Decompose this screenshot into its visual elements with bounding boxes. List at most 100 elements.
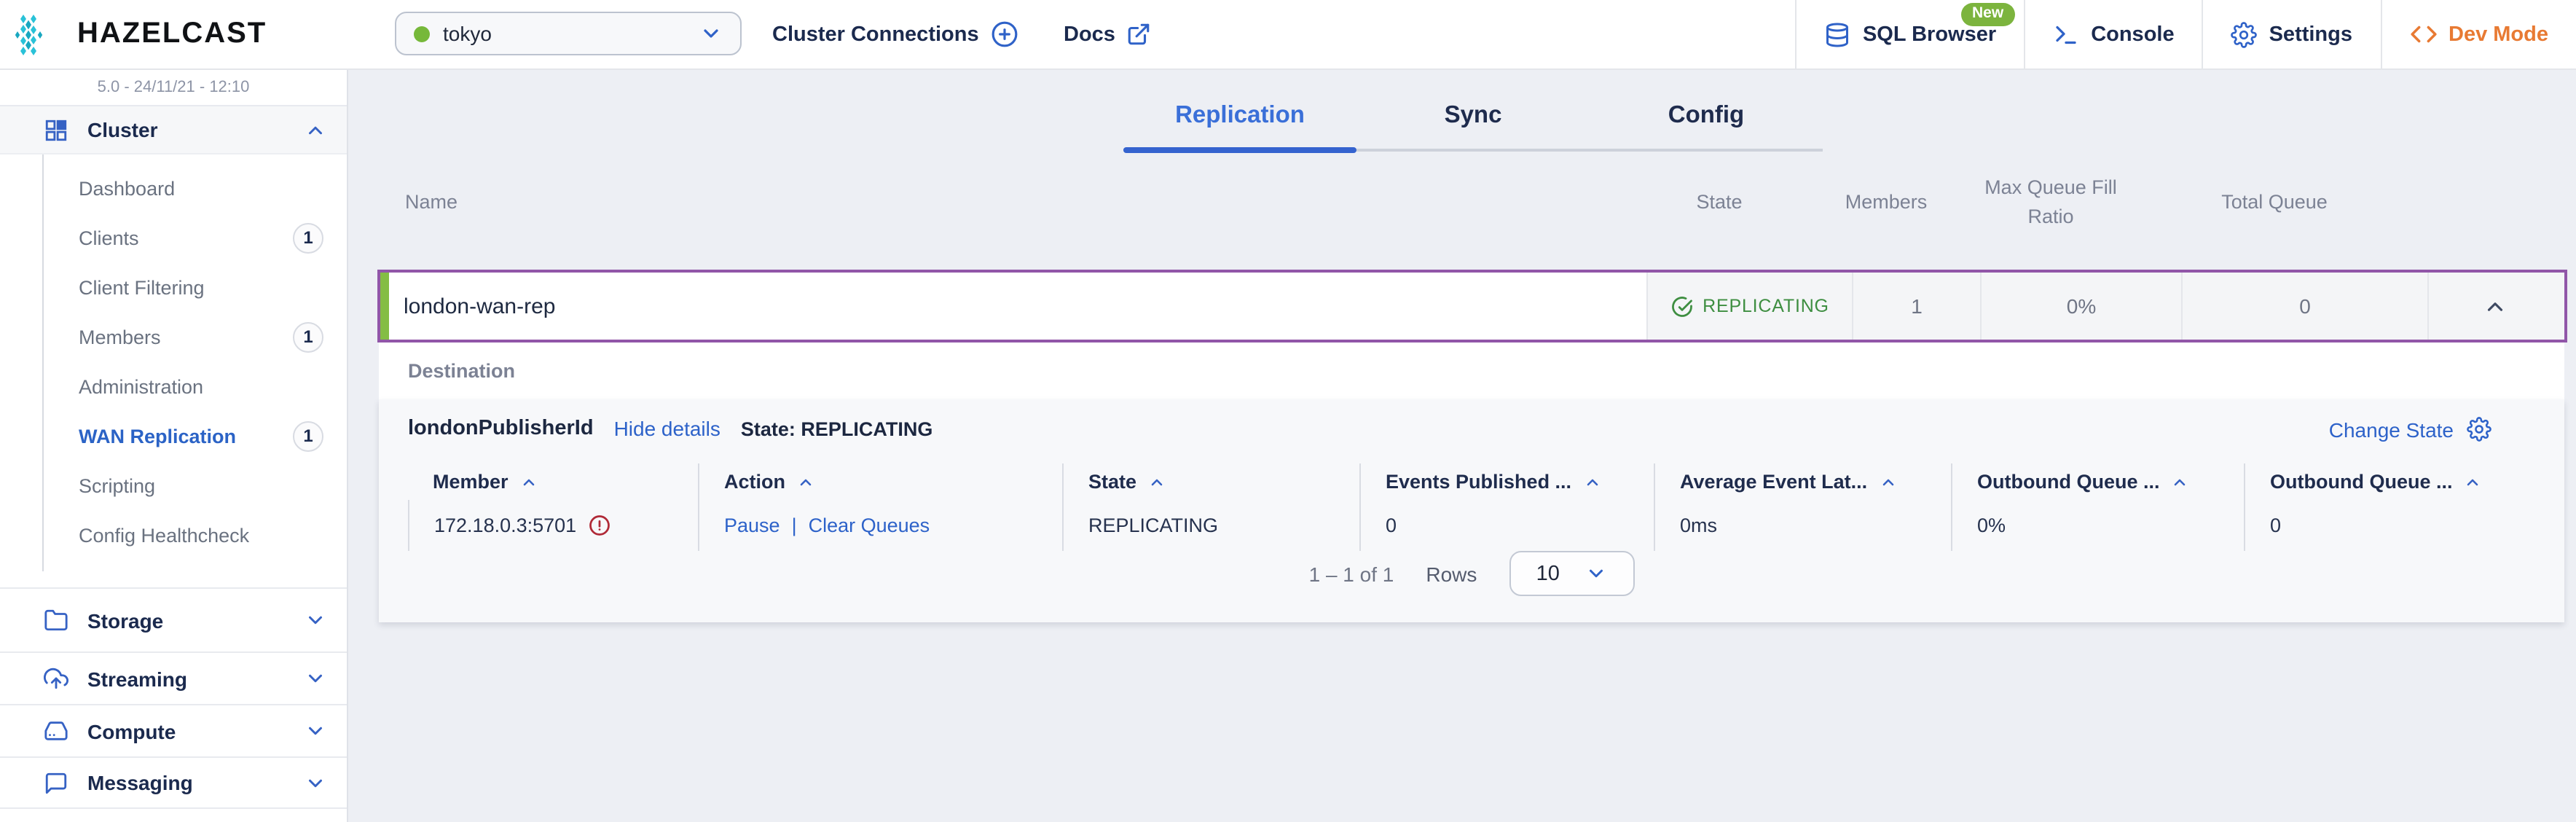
sidebar-item-label: Dashboard	[79, 177, 176, 199]
tab-config[interactable]: Config	[1590, 87, 1823, 149]
sidebar-item-label: Clients	[79, 227, 139, 248]
tab-replication[interactable]: Replication	[1123, 87, 1356, 153]
publisher-panel: londonPublisherId Hide details State: RE…	[379, 399, 2564, 622]
sql-browser-button[interactable]: New SQL Browser	[1795, 0, 2024, 68]
sort-ascending-icon	[1879, 473, 1896, 490]
hazelcast-logo-icon	[15, 12, 67, 56]
brand-wordmark: HAZELCAST	[77, 17, 267, 50]
grid-icon	[44, 117, 68, 142]
action-column-header[interactable]: Action	[698, 463, 1062, 500]
hide-details-link[interactable]: Hide details	[614, 417, 720, 440]
chevron-down-icon	[305, 668, 326, 689]
column-header-total-queue: Total Queue	[2221, 190, 2328, 213]
clear-queues-link[interactable]: Clear Queues	[809, 514, 930, 536]
events-published-column-header[interactable]: Events Published ...	[1359, 463, 1654, 500]
outbound-queue-fill-column-header[interactable]: Outbound Queue ...	[1951, 463, 2244, 500]
sidebar-item-label: WAN Replication	[79, 425, 237, 447]
replication-state-cell: REPLICATING	[1646, 273, 1852, 340]
docs-link[interactable]: Docs	[1064, 0, 1152, 68]
collapse-row-button[interactable]	[2427, 273, 2560, 340]
action-column-label: Action	[724, 471, 785, 493]
settings-button[interactable]: Settings	[2202, 0, 2380, 68]
settings-label: Settings	[2269, 23, 2352, 46]
member-column-label: Member	[433, 471, 508, 493]
chevron-down-icon	[699, 22, 723, 45]
sidebar-item-administration[interactable]: Administration	[44, 361, 347, 411]
cluster-connections-label: Cluster Connections	[772, 23, 979, 46]
column-header-state: State	[1696, 190, 1743, 213]
change-state-button[interactable]: Change State	[2329, 417, 2491, 442]
average-event-latency-column-label: Average Event Lat...	[1680, 471, 1868, 493]
destination-card: Destination londonPublisherId Hide detai…	[379, 342, 2564, 622]
sidebar-item-wan-replication[interactable]: WAN Replication 1	[44, 411, 347, 461]
alert-circle-icon[interactable]	[588, 514, 610, 536]
publisher-summary: londonPublisherId Hide details State: RE…	[408, 417, 932, 440]
sidebar-section-storage[interactable]: Storage	[0, 587, 347, 651]
external-link-icon	[1127, 22, 1152, 47]
sidebar-section-cluster[interactable]: Cluster	[0, 106, 347, 154]
state-column-header[interactable]: State	[1062, 463, 1359, 500]
outbound-queue-fill-cell: 0%	[1951, 500, 2244, 551]
outbound-queue-size-cell: 0	[2244, 500, 2542, 551]
publisher-state: State: REPLICATING	[740, 418, 933, 439]
new-badge: New	[1960, 3, 2016, 26]
chat-bubble-icon	[44, 770, 68, 795]
check-circle-icon	[1670, 295, 1692, 317]
wan-table-header: Name State Members Max Queue Fill Ratio …	[377, 173, 2567, 230]
sidebar-section-label: Messaging	[87, 771, 193, 794]
gear-icon	[2231, 21, 2258, 47]
sort-ascending-icon	[1148, 473, 1166, 490]
sort-ascending-icon	[2172, 473, 2189, 490]
sidebar-section-label: Streaming	[87, 667, 187, 690]
replication-total-queue-cell: 0	[2181, 273, 2427, 340]
chevron-down-icon	[305, 772, 326, 794]
sidebar-item-dashboard[interactable]: Dashboard	[44, 163, 347, 213]
sort-ascending-icon	[2465, 473, 2482, 490]
chevron-down-icon	[1585, 563, 1607, 584]
replication-state-text: REPLICATING	[1703, 296, 1829, 316]
chevron-down-icon	[305, 720, 326, 742]
terminal-icon	[2053, 21, 2079, 47]
member-state-cell: REPLICATING	[1062, 500, 1359, 551]
chevron-up-icon	[305, 119, 326, 141]
events-published-column-label: Events Published ...	[1386, 471, 1572, 493]
change-state-label: Change State	[2328, 418, 2454, 441]
member-column-header[interactable]: Member	[408, 463, 698, 500]
console-button[interactable]: Console	[2024, 0, 2202, 68]
sidebar-item-members[interactable]: Members 1	[44, 312, 347, 361]
cluster-connections-button[interactable]: Cluster Connections	[772, 0, 1018, 68]
version-info: 5.0 - 24/11/21 - 12:10	[0, 68, 347, 106]
count-badge: 1	[293, 321, 323, 352]
cluster-select[interactable]: tokyo	[395, 12, 742, 55]
sidebar-section-label: Compute	[87, 719, 176, 743]
tab-sync[interactable]: Sync	[1356, 87, 1590, 149]
column-header-max-queue-fill-ratio: Max Queue Fill Ratio	[1984, 176, 2117, 227]
sidebar-item-scripting[interactable]: Scripting	[44, 461, 347, 510]
sidebar-item-config-healthcheck[interactable]: Config Healthcheck	[44, 510, 347, 560]
events-published-cell: 0	[1359, 500, 1654, 551]
sidebar-item-client-filtering[interactable]: Client Filtering	[44, 262, 347, 312]
wan-tabs: Replication Sync Config	[1123, 87, 1823, 153]
member-address: 172.18.0.3:5701	[434, 514, 577, 536]
outbound-queue-size-column-label: Outbound Queue ...	[2270, 471, 2453, 493]
sidebar-section-streaming[interactable]: Streaming	[0, 651, 347, 704]
pause-link[interactable]: Pause	[724, 514, 780, 536]
count-badge: 1	[293, 420, 323, 451]
dev-mode-button[interactable]: Dev Mode	[2380, 0, 2576, 68]
top-bar-actions: New SQL Browser Console Settings Dev Mod…	[1795, 0, 2576, 68]
chevron-down-icon	[305, 609, 326, 631]
sidebar-section-messaging[interactable]: Messaging	[0, 756, 347, 809]
wan-replication-row[interactable]: london-wan-rep REPLICATING 1 0% 0	[377, 270, 2567, 342]
sidebar-item-clients[interactable]: Clients 1	[44, 213, 347, 262]
outbound-queue-size-column-header[interactable]: Outbound Queue ...	[2244, 463, 2542, 500]
state-column-label: State	[1088, 471, 1137, 493]
cloud-streaming-icon	[44, 666, 68, 691]
action-separator: |	[791, 514, 797, 536]
rows-per-page-select[interactable]: 10	[1509, 551, 1635, 596]
rows-per-page-value: 10	[1536, 562, 1560, 585]
average-event-latency-column-header[interactable]: Average Event Lat...	[1654, 463, 1951, 500]
sidebar-section-compute[interactable]: Compute	[0, 704, 347, 756]
sidebar-sections: Storage Streaming Compute Messaging	[0, 587, 347, 809]
pagination: 1 – 1 of 1 Rows 10	[379, 551, 2564, 596]
